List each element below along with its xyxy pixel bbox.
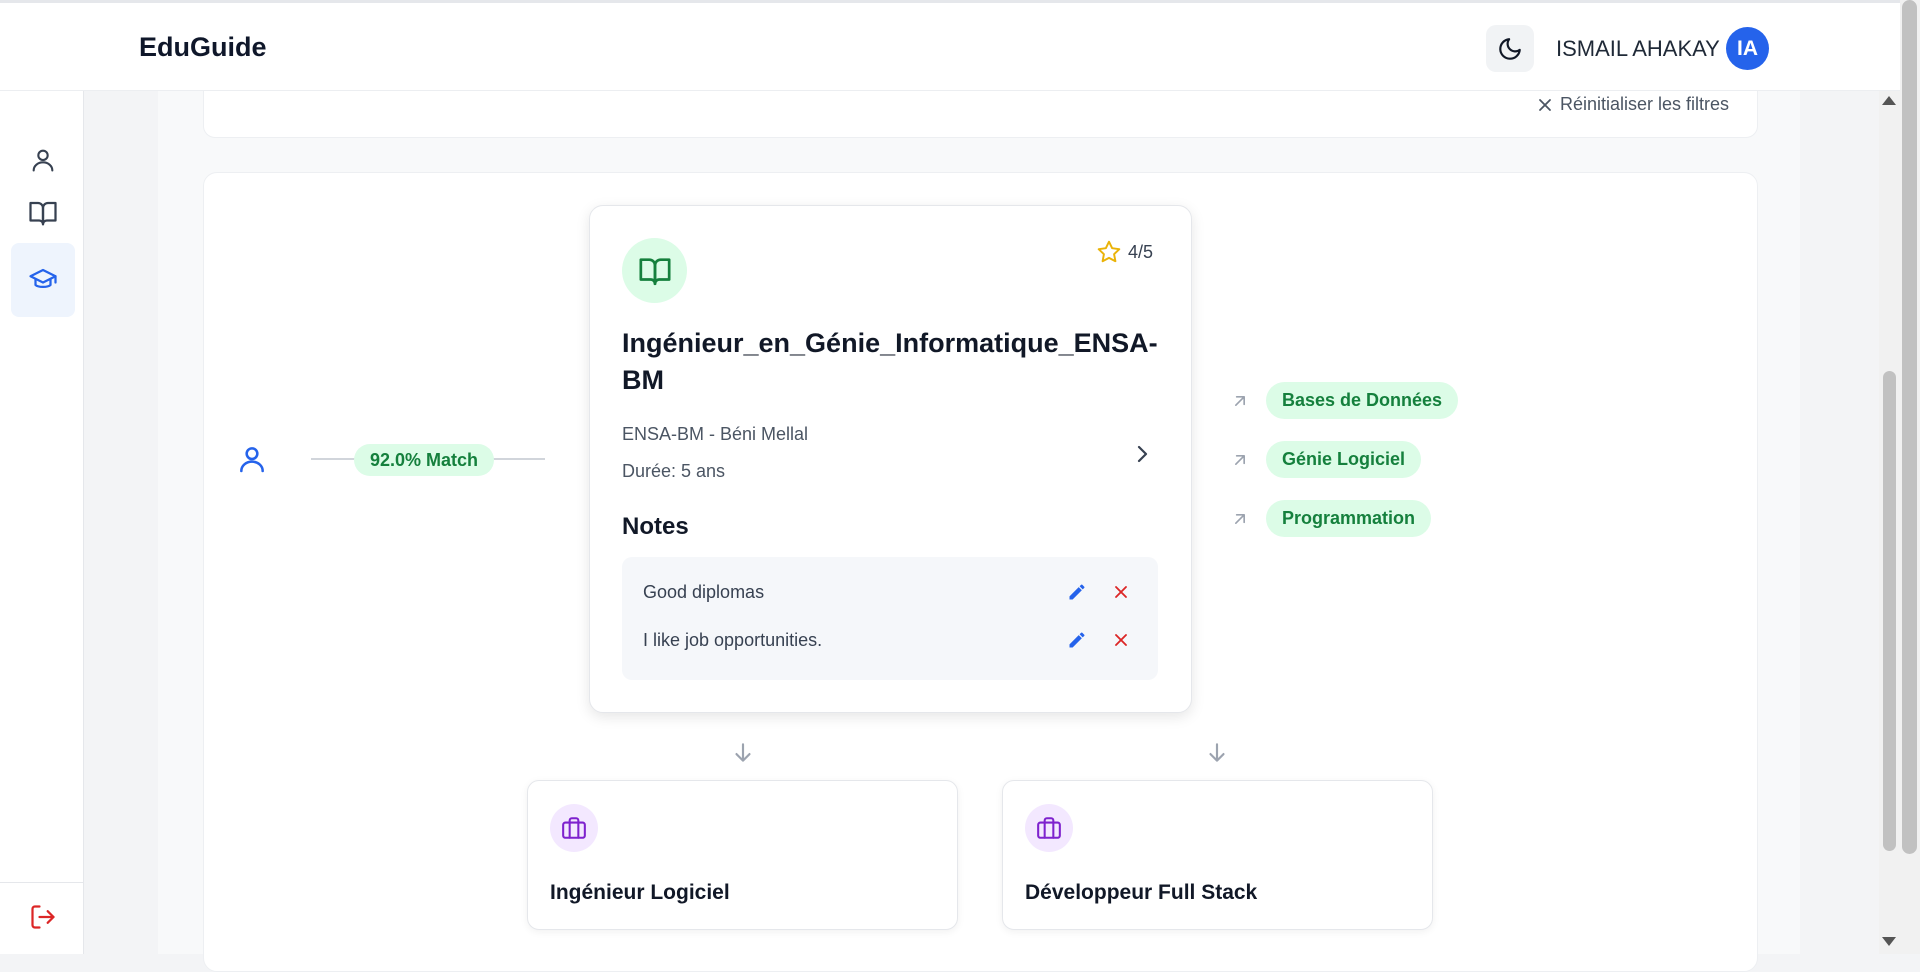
star-icon [1097,240,1121,263]
sidebar-divider [0,882,84,883]
subject-pill[interactable]: Génie Logiciel [1266,441,1422,478]
rating-value: 4/5 [1128,241,1154,262]
scroll-up-icon[interactable] [1882,96,1896,105]
filters-panel [203,91,1758,138]
job-title: Ingénieur Logiciel [550,881,730,904]
moon-icon [1499,37,1521,60]
sidebar-item-diplomas[interactable] [11,243,75,317]
sidebar-item-profile[interactable] [11,134,75,186]
theme-toggle-button[interactable] [1486,25,1534,72]
pencil-icon [1069,584,1085,600]
sidebar-item-courses[interactable] [11,187,75,239]
book-icon [638,257,671,285]
close-icon [1115,586,1127,598]
job-title: Développeur Full Stack [1025,881,1258,904]
job-card[interactable]: Développeur Full Stack [1002,780,1433,930]
subject-item: Bases de Données [1230,382,1459,419]
job-icon-circle [550,804,598,852]
user-name[interactable]: ISMAIL AHAKAY [1556,36,1720,62]
subject-pill[interactable]: Programmation [1266,500,1432,537]
briefcase-icon [1037,817,1061,839]
logout-button[interactable] [11,891,75,943]
job-icon-circle [1025,804,1073,852]
user-icon [32,149,54,172]
briefcase-icon [562,817,586,839]
delete-note-button[interactable] [1111,582,1131,607]
arrow-up-right-icon [1235,513,1245,524]
diploma-title: Ingénieur_en_Génie_Informatique_ENSA-BM [622,328,1158,395]
student-node [236,442,268,481]
diploma-duration: Durée: 5 ans [622,461,726,481]
scroll-down-icon[interactable] [1882,937,1896,946]
sidebar [0,91,84,954]
edit-note-button[interactable] [1067,582,1087,607]
app-logo[interactable]: EduGuide [139,32,267,63]
subject-item: Programmation [1230,500,1432,537]
user-icon [240,447,264,473]
logout-icon [31,905,55,929]
chevron-right-icon [1137,445,1148,463]
diploma-icon-circle [622,238,687,303]
job-card[interactable]: Ingénieur Logiciel [527,780,958,930]
diploma-rating: 4/5 [1096,239,1153,265]
arrow-down-icon [1204,740,1230,771]
pencil-icon [1069,632,1085,648]
delete-note-button[interactable] [1111,630,1131,655]
edit-note-button[interactable] [1067,630,1087,655]
note-text: Good diplomas [643,581,765,602]
avatar[interactable]: IA [1726,27,1769,70]
close-icon [1115,634,1127,646]
note-item: Good diplomas [643,577,1143,607]
arrow-down-icon [730,740,756,771]
graduation-cap-icon [29,268,57,288]
diploma-school: ENSA-BM - Béni Mellal [622,424,809,444]
notes-heading: Notes [622,513,689,540]
subject-item: Génie Logiciel [1230,441,1422,478]
note-item: I like job opportunities. [643,625,1143,655]
diploma-details-button[interactable] [1130,441,1154,472]
book-icon [29,201,57,226]
reset-filters-button[interactable]: Réinitialiser les filtres [1538,94,1729,115]
subject-pill[interactable]: Bases de Données [1266,382,1459,419]
reset-filters-label: Réinitialiser les filtres [1560,94,1730,114]
arrow-up-right-icon [1235,454,1245,465]
notes-list [622,557,1158,680]
note-text: I like job opportunities. [643,629,823,650]
arrow-up-right-icon [1235,395,1245,406]
close-icon [1539,98,1551,111]
match-badge: 92.0% Match [354,444,495,476]
window-scrollbar-thumb[interactable] [1902,0,1917,854]
content-scrollbar-thumb[interactable] [1883,371,1896,851]
